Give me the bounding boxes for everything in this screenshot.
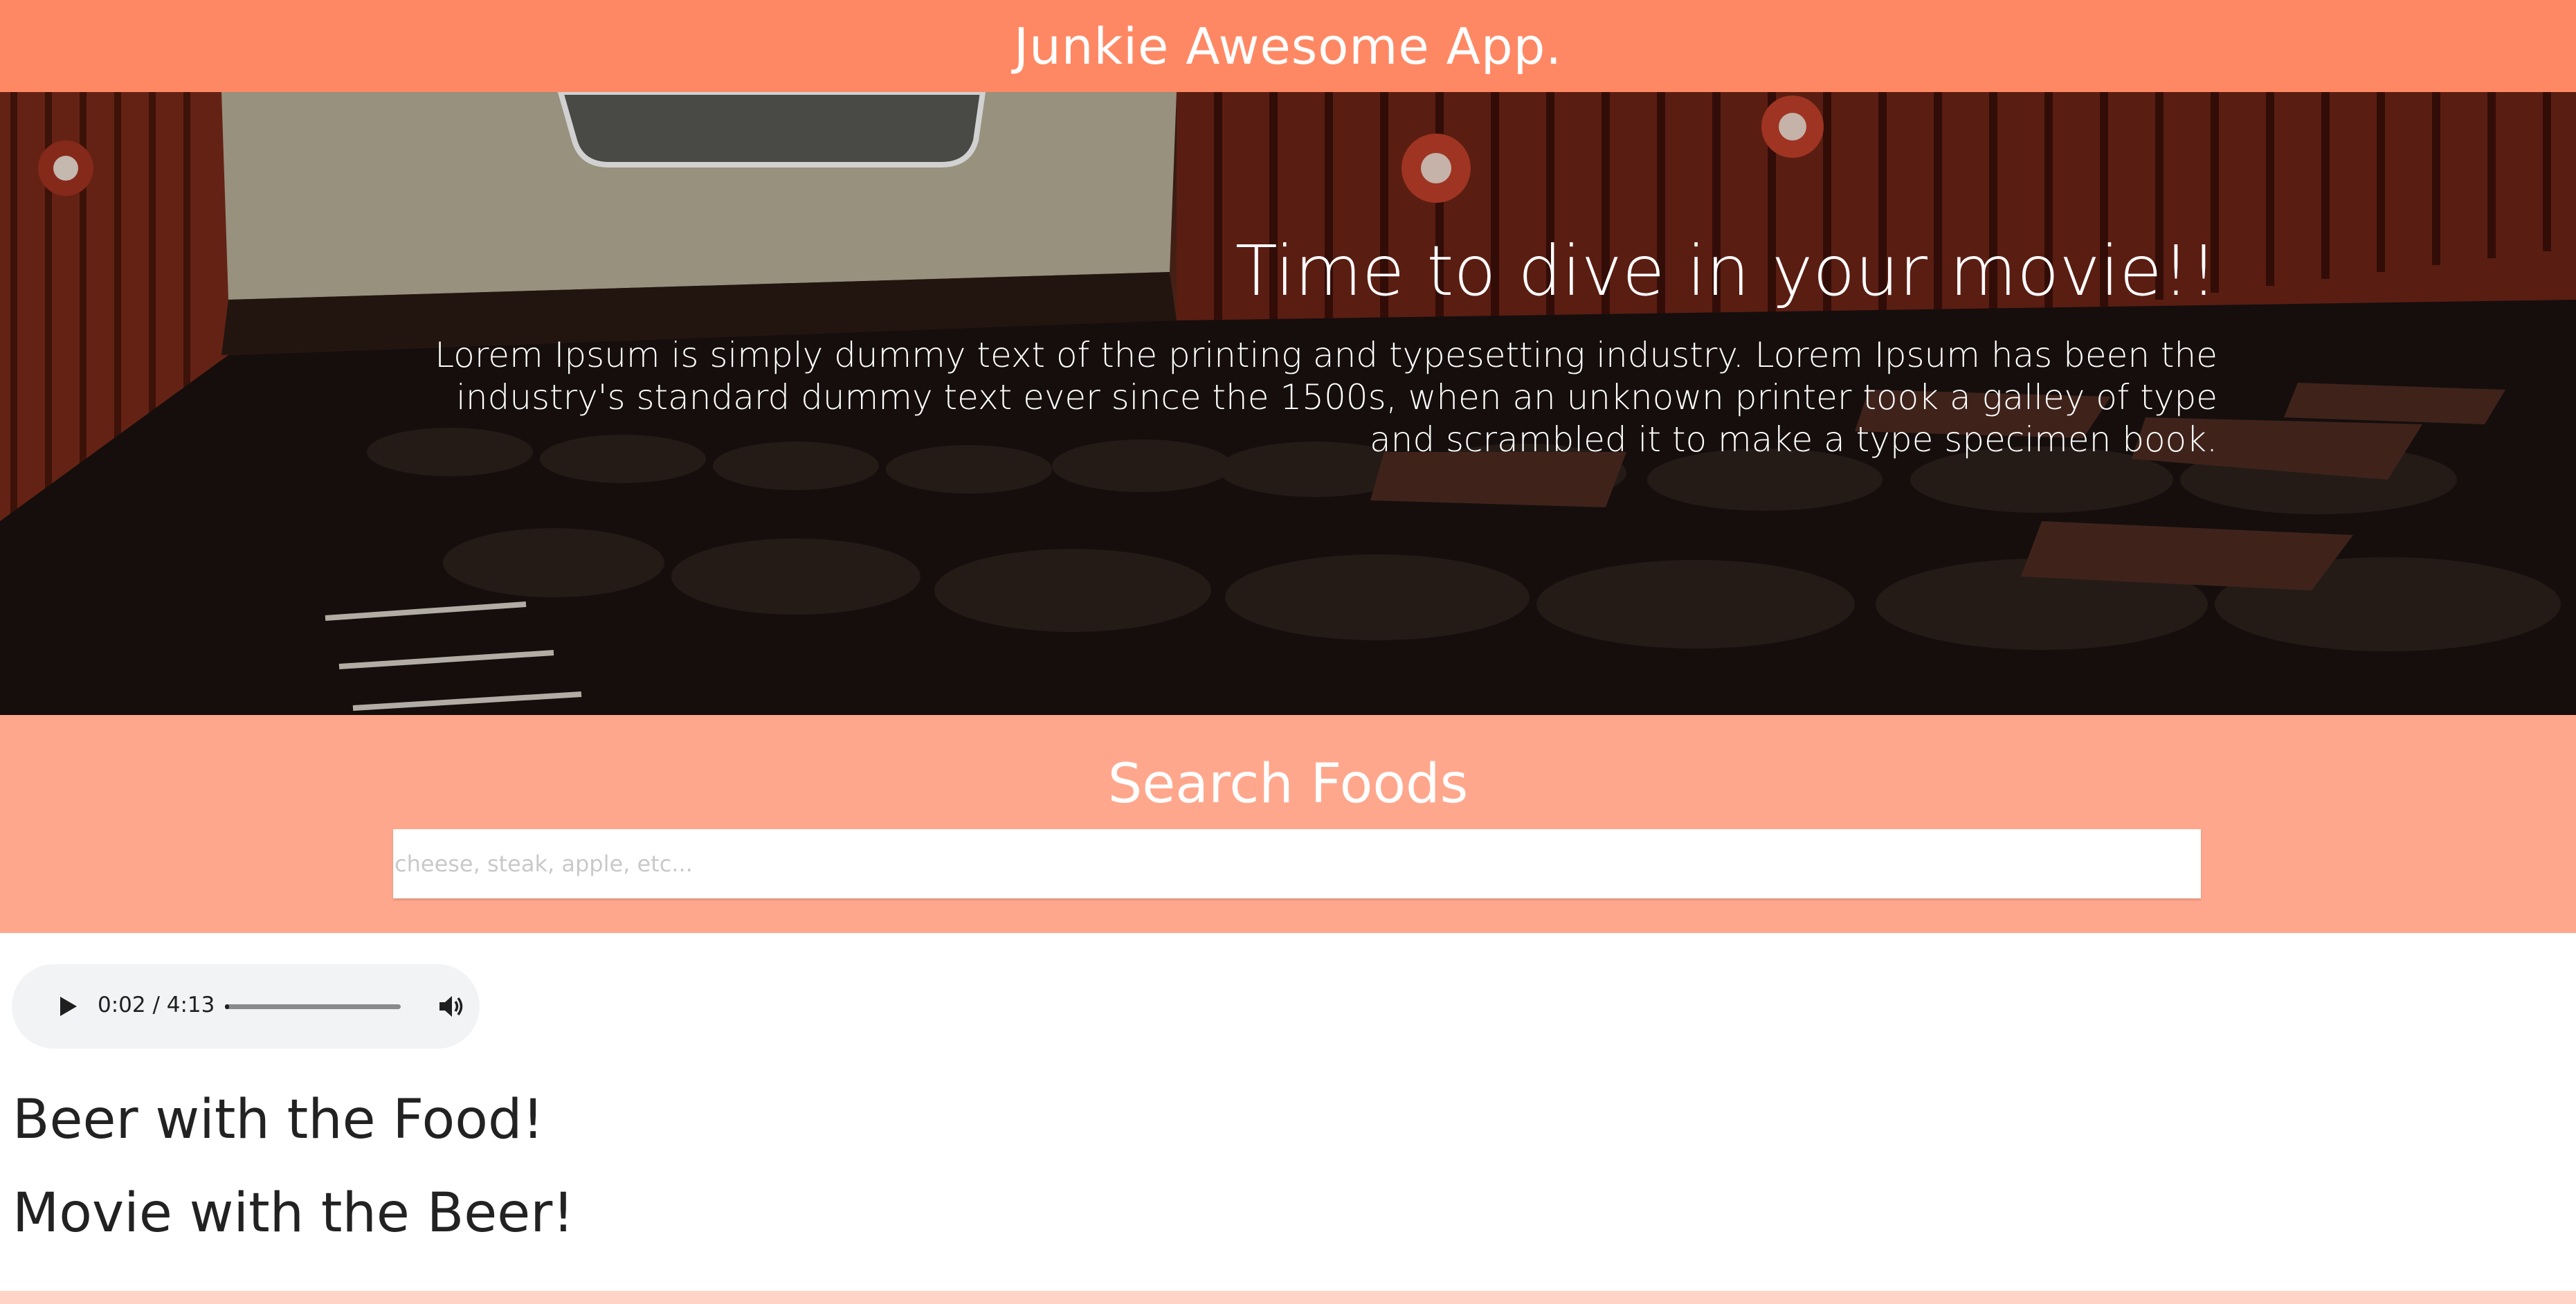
audio-progress-slider[interactable]: [225, 1004, 401, 1009]
volume-icon[interactable]: [437, 993, 466, 1020]
top-header-bar: Junkie Awesome App.: [0, 0, 2576, 92]
hero-banner: Time to dive in your movie!! Lorem Ipsum…: [0, 92, 2576, 715]
audio-time-display: 0:02 / 4:13: [98, 993, 215, 1017]
search-section: Search Foods: [0, 715, 2576, 933]
play-icon[interactable]: [55, 994, 80, 1019]
movie-beer-text: Movie with the Beer!: [12, 1182, 574, 1244]
audio-progress-fill: [225, 1004, 229, 1009]
search-title: Search Foods: [1107, 753, 1469, 815]
hero-description: Lorem Ipsum is simply dummy text of the …: [435, 335, 2217, 460]
hero-title: Time to dive in your movie!!: [1235, 230, 2217, 311]
app-title: Junkie Awesome App.: [1013, 17, 1563, 75]
food-search-input[interactable]: [393, 829, 2201, 898]
beer-food-text: Beer with the Food!: [12, 1089, 544, 1151]
footer-strip: [0, 1291, 2576, 1304]
audio-player[interactable]: 0:02 / 4:13: [12, 964, 480, 1049]
